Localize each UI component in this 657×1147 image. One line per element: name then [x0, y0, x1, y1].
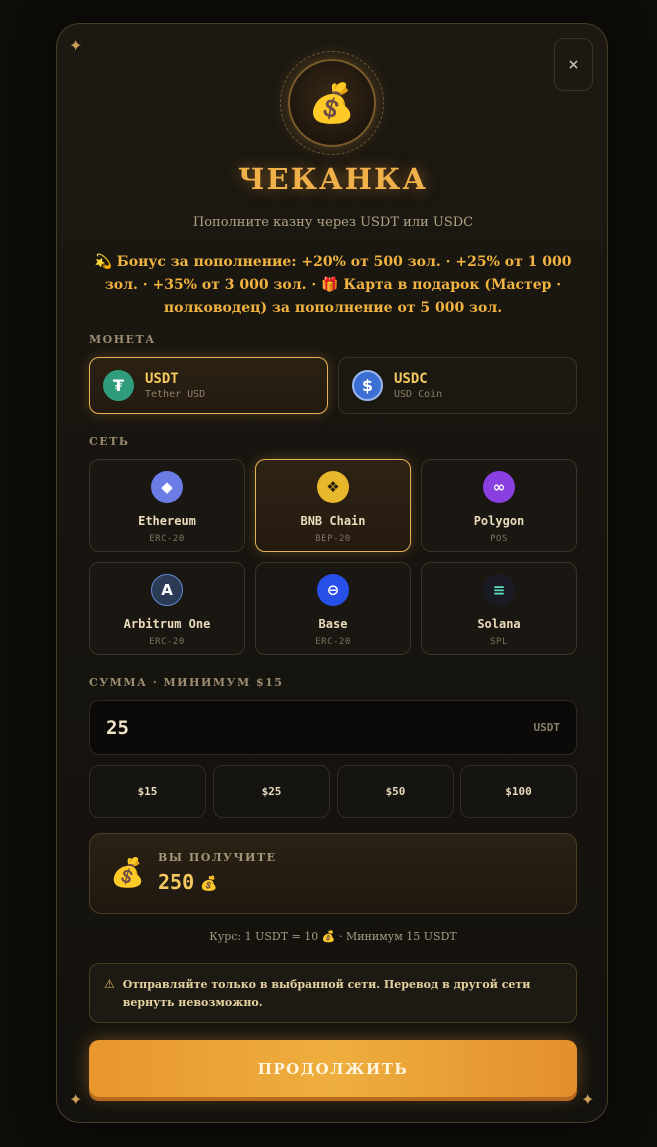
polygon-icon: ∞ [483, 471, 515, 503]
coin-subtitle: Tether USD [145, 389, 206, 400]
network-option-bnb-chain[interactable]: ❖ BNB Chain BEP-20 [255, 459, 411, 552]
amount-value: 25 [106, 716, 129, 739]
close-button[interactable]: × [554, 38, 593, 91]
network-standard: ERC-20 [149, 534, 185, 544]
coin-subtitle: USD Coin [394, 389, 443, 400]
bnb-icon: ❖ [317, 471, 349, 503]
network-option-arbitrum[interactable]: A Arbitrum One ERC-20 [89, 562, 245, 655]
ethereum-icon: ◆ [151, 471, 183, 503]
amount-input[interactable]: 25 USDT [89, 700, 577, 755]
emblem-ring: 💰 [280, 51, 384, 155]
network-standard: POS [490, 534, 508, 544]
network-option-ethereum[interactable]: ◆ Ethereum ERC-20 [89, 459, 245, 552]
arbitrum-icon: A [151, 574, 183, 606]
money-bag-icon: 💰 [200, 876, 218, 892]
network-name: Polygon [473, 514, 525, 528]
coin-option-usdt[interactable]: ₮ USDT Tether USD [89, 357, 328, 414]
network-standard: SPL [490, 637, 508, 647]
preset-button-50[interactable]: $50 [337, 765, 454, 818]
continue-button[interactable]: ПРОДОЛЖИТЬ [89, 1040, 577, 1097]
network-option-base[interactable]: ⊖ Base ERC-20 [255, 562, 411, 655]
network-name: Arbitrum One [123, 617, 211, 631]
network-option-polygon[interactable]: ∞ Polygon POS [421, 459, 577, 552]
tether-icon: ₮ [103, 370, 134, 401]
preset-button-100[interactable]: $100 [460, 765, 577, 818]
network-warning: ⚠ Отправляйте только в выбранной сети. П… [89, 963, 577, 1023]
coin-option-usdc[interactable]: $ USDC USD Coin [338, 357, 577, 414]
usd-coin-icon: $ [352, 370, 383, 401]
coin-section-label: МОНЕТА [89, 333, 156, 346]
receive-label: ВЫ ПОЛУЧИТЕ [158, 851, 277, 864]
close-icon: × [567, 56, 580, 73]
page-title: ЧЕКАНКА [238, 162, 428, 196]
deposit-modal: ✦ ✦ ✦ ✦ × 💰 ЧЕКАНКА Пополните казну чере… [56, 23, 608, 1123]
receive-value: 250 [158, 870, 195, 894]
warning-text: Отправляйте только в выбранной сети. Пер… [122, 978, 531, 1009]
base-icon: ⊖ [317, 574, 349, 606]
bonus-text: 💫 Бонус за пополнение: +20% от 500 зол. … [94, 254, 572, 316]
exchange-rate-text: Курс: 1 USDT = 10 💰 · Минимум 15 USDT [209, 930, 457, 943]
amount-section-label: СУММА · МИНИМУМ $15 [89, 676, 284, 689]
preset-button-15[interactable]: $15 [89, 765, 206, 818]
preset-button-25[interactable]: $25 [213, 765, 330, 818]
sparkle-icon: ✦ [69, 36, 83, 55]
network-name: BNB Chain [300, 514, 366, 528]
sparkle-icon: ✦ [581, 1090, 595, 1109]
network-standard: ERC-20 [149, 637, 185, 647]
coin-name: USDC [394, 371, 428, 387]
network-name: Ethereum [138, 514, 196, 528]
solana-icon: ≡ [483, 574, 515, 606]
sparkle-icon: ✦ [69, 1090, 83, 1109]
amount-unit: USDT [533, 721, 561, 734]
network-option-solana[interactable]: ≡ Solana SPL [421, 562, 577, 655]
network-name: Solana [477, 617, 521, 631]
network-standard: BEP-20 [315, 534, 351, 544]
money-bag-icon: 💰 [110, 856, 145, 889]
network-section-label: СЕТЬ [89, 435, 130, 448]
network-standard: ERC-20 [315, 637, 351, 647]
receive-summary: 💰 ВЫ ПОЛУЧИТЕ 250 💰 [89, 833, 577, 914]
network-name: Base [318, 617, 348, 631]
page-subtitle: Пополните казну через USDT или USDC [192, 215, 474, 230]
coin-name: USDT [145, 371, 179, 387]
warning-icon: ⚠ [104, 977, 115, 991]
money-bag-icon: 💰 [288, 59, 376, 147]
